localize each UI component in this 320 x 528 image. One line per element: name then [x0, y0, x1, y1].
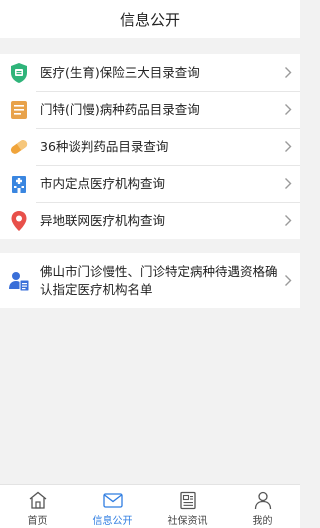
list-item-remote-networked-hospitals[interactable]: 异地联网医疗机构查询	[0, 202, 300, 239]
tab-label: 社保资讯	[167, 516, 208, 527]
user-icon	[252, 490, 274, 510]
page-title: 信息公开	[119, 10, 180, 29]
tab-social-security-news[interactable]: 社保资讯	[150, 485, 225, 528]
list-item-foshan-designated-institutions[interactable]: 佛山市门诊慢性、门诊特定病种待遇资格确认指定医疗机构名单	[0, 253, 300, 308]
bottom-tab-bar: 首页 信息公开 社保资讯 我的	[0, 484, 300, 528]
chevron-right-icon	[282, 102, 294, 118]
list-item-label: 36种谈判药品目录查询	[40, 138, 169, 154]
list-item-label: 市内定点医疗机构查询	[40, 175, 166, 191]
chevron-right-icon	[282, 213, 294, 229]
mail-icon	[102, 490, 124, 510]
list-item-local-designated-hospitals[interactable]: 市内定点医疗机构查询	[0, 165, 300, 202]
home-icon	[27, 490, 49, 510]
location-pin-icon	[8, 210, 30, 232]
chevron-right-icon	[282, 65, 294, 81]
list-item-medical-insurance-catalog[interactable]: 医疗(生育)保险三大目录查询	[0, 54, 300, 91]
query-list: 医疗(生育)保险三大目录查询 门特(门慢)病种药品目录查询 36种谈判药品目录查…	[0, 54, 300, 239]
list-item-label: 佛山市门诊慢性、门诊特定病种待遇资格确认指定医疗机构名单	[40, 263, 278, 297]
list-item-negotiated-drug-catalog[interactable]: 36种谈判药品目录查询	[0, 128, 300, 165]
list-item-special-disease-drug-catalog[interactable]: 门特(门慢)病种药品目录查询	[0, 91, 300, 128]
tab-info-disclosure[interactable]: 信息公开	[75, 485, 150, 528]
tab-home[interactable]: 首页	[0, 485, 75, 528]
chevron-right-icon	[282, 139, 294, 155]
designated-institution-list: 佛山市门诊慢性、门诊特定病种待遇资格确认指定医疗机构名单	[0, 253, 300, 308]
tab-label: 我的	[252, 516, 273, 527]
pill-capsule-icon	[8, 136, 30, 158]
shield-insurance-icon	[8, 62, 30, 84]
chevron-right-icon	[282, 273, 294, 289]
tab-label: 信息公开	[92, 516, 133, 527]
list-item-label: 医疗(生育)保险三大目录查询	[40, 64, 200, 80]
person-document-icon	[8, 270, 30, 292]
page-header: 信息公开	[0, 0, 300, 38]
list-item-label: 异地联网医疗机构查询	[40, 212, 166, 228]
chevron-right-icon	[282, 176, 294, 192]
list-item-label: 门特(门慢)病种药品目录查询	[40, 101, 200, 117]
tab-mine[interactable]: 我的	[225, 485, 300, 528]
tab-label: 首页	[27, 516, 48, 527]
hospital-building-icon	[8, 173, 30, 195]
document-list-icon	[8, 99, 30, 121]
news-icon	[177, 490, 199, 510]
